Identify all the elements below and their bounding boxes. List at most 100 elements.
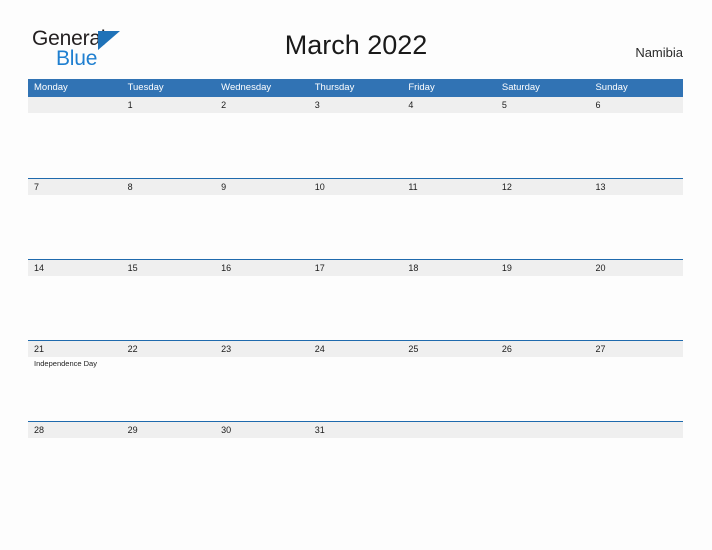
day-number-band: 20	[589, 260, 684, 276]
day-number: 3	[314, 100, 320, 110]
week-row: 7 8 9 10 11 12 13	[28, 178, 684, 259]
day-cell[interactable]: 29	[121, 422, 216, 502]
day-number-band: 3	[308, 97, 403, 113]
day-cell[interactable]: 18	[402, 260, 496, 340]
day-cell-empty	[402, 422, 496, 502]
day-cell-empty	[28, 97, 122, 178]
day-cell[interactable]: 27	[589, 341, 684, 421]
day-number: 4	[408, 100, 414, 110]
day-cell[interactable]: 1	[121, 97, 216, 178]
day-cell[interactable]: 14	[28, 260, 122, 340]
weekday-header-saturday: Saturday	[501, 82, 540, 93]
day-number: 8	[127, 182, 133, 192]
day-number-band: 10	[308, 179, 403, 195]
day-number-band: 13	[589, 179, 684, 195]
day-cell[interactable]: 6	[589, 97, 684, 178]
day-cell[interactable]: 21 Independence Day	[28, 341, 122, 421]
day-cell[interactable]: 22	[121, 341, 216, 421]
day-number-band: 27	[589, 341, 684, 357]
day-cell[interactable]: 8	[121, 179, 216, 259]
day-number-band: 28	[28, 422, 122, 438]
day-number: 1	[127, 100, 133, 110]
day-number: 20	[595, 263, 606, 273]
day-number: 19	[501, 263, 512, 273]
day-number-band: 5	[495, 97, 590, 113]
day-number-band	[589, 422, 684, 438]
day-cell[interactable]: 11	[402, 179, 496, 259]
calendar-grid: Monday Tuesday Wednesday Thursday Friday Satu…	[28, 79, 684, 502]
day-cell[interactable]: 20	[589, 260, 684, 340]
day-number: 7	[34, 182, 40, 192]
day-number: 10	[314, 182, 325, 192]
day-number: 22	[127, 344, 138, 354]
day-number-band: 26	[495, 341, 590, 357]
day-number: 17	[314, 263, 325, 273]
day-number-band: 15	[121, 260, 216, 276]
day-cell[interactable]: 13	[589, 179, 684, 259]
day-number-band: 7	[28, 179, 122, 195]
day-cell[interactable]: 3	[308, 97, 403, 178]
day-cell[interactable]: 10	[308, 179, 403, 259]
day-cell[interactable]: 7	[28, 179, 122, 259]
day-number-band: 9	[215, 179, 309, 195]
day-cell[interactable]: 24	[308, 341, 403, 421]
day-cell[interactable]: 17	[308, 260, 403, 340]
day-number: 5	[501, 100, 507, 110]
day-cell[interactable]: 5	[495, 97, 590, 178]
day-number: 6	[595, 100, 601, 110]
day-cell[interactable]: 31	[308, 422, 403, 502]
weekday-header-tuesday: Tuesday	[127, 82, 164, 93]
day-number-band	[28, 97, 122, 113]
day-cell[interactable]: 4	[402, 97, 496, 178]
day-cell[interactable]: 16	[215, 260, 309, 340]
day-number: 2	[221, 100, 227, 110]
day-number: 23	[221, 344, 232, 354]
day-number: 29	[127, 425, 138, 435]
day-number-band: 2	[215, 97, 309, 113]
day-number-band: 12	[495, 179, 590, 195]
day-cell[interactable]: 30	[215, 422, 309, 502]
day-number-band: 8	[121, 179, 216, 195]
day-cell[interactable]: 15	[121, 260, 216, 340]
day-cell-empty	[495, 422, 590, 502]
day-number: 30	[221, 425, 232, 435]
weekday-header-friday: Friday	[408, 82, 435, 93]
day-cell[interactable]: 26	[495, 341, 590, 421]
day-number-band: 24	[308, 341, 403, 357]
day-number-band: 11	[402, 179, 496, 195]
day-cell[interactable]: 19	[495, 260, 590, 340]
day-number: 13	[595, 182, 606, 192]
weekday-header-sunday: Sunday	[595, 82, 628, 93]
day-cell-empty	[589, 422, 684, 502]
day-number: 27	[595, 344, 606, 354]
day-number-band: 6	[589, 97, 684, 113]
region-label: Namibia	[635, 45, 683, 60]
day-number: 18	[408, 263, 419, 273]
weekday-header-monday: Monday	[34, 82, 68, 93]
day-cell[interactable]: 2	[215, 97, 309, 178]
week-row: 1 2 3 4 5 6	[28, 97, 684, 178]
day-number-band: 16	[215, 260, 309, 276]
day-number-band	[402, 422, 496, 438]
day-number-band: 1	[121, 97, 216, 113]
week-rows: 1 2 3 4 5 6 7 8 9 10 11 12 13 14 15 16 17 18 19 20 21 Indepen…	[28, 97, 684, 502]
weekday-header-thursday: Thursday	[314, 82, 355, 93]
page-header: General Blue March 2022 Namibia	[0, 0, 712, 76]
day-number: 14	[34, 263, 45, 273]
day-number-band: 25	[402, 341, 496, 357]
day-cell[interactable]: 12	[495, 179, 590, 259]
day-number-band: 30	[215, 422, 309, 438]
day-cell[interactable]: 25	[402, 341, 496, 421]
day-number-band: 22	[121, 341, 216, 357]
day-cell[interactable]: 28	[28, 422, 122, 502]
event-label: Independence Day	[34, 359, 97, 368]
day-number-band: 14	[28, 260, 122, 276]
day-number-band	[495, 422, 590, 438]
day-events: Independence Day	[28, 357, 122, 369]
day-number: 28	[34, 425, 45, 435]
weekday-header-row: Monday Tuesday Wednesday Thursday Friday Satu…	[28, 79, 683, 97]
week-row: 28 29 30 31	[28, 421, 684, 502]
day-number-band: 29	[121, 422, 216, 438]
day-cell[interactable]: 9	[215, 179, 309, 259]
day-cell[interactable]: 23	[215, 341, 309, 421]
